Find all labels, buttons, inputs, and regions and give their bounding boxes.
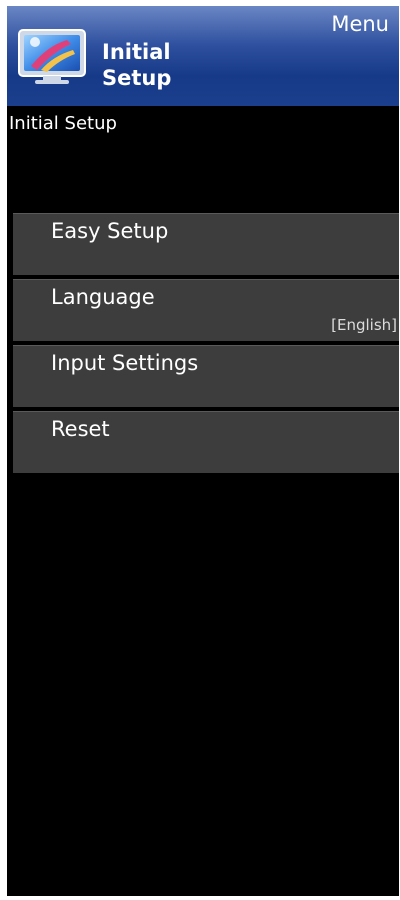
menu-item-label: Reset bbox=[51, 417, 110, 441]
header-title-line2: Setup bbox=[102, 66, 172, 90]
breadcrumb: Initial Setup bbox=[9, 113, 117, 134]
header-title-line1: Initial bbox=[102, 40, 171, 64]
menu-item-label: Input Settings bbox=[51, 351, 199, 375]
menu-list: Easy Setup Language [English] Input Sett… bbox=[13, 213, 399, 477]
menu-item-input-settings[interactable]: Input Settings bbox=[13, 345, 399, 407]
menu-item-language[interactable]: Language [English] bbox=[13, 279, 399, 341]
menu-label: Menu bbox=[331, 12, 389, 36]
menu-item-label: Language bbox=[51, 285, 155, 309]
menu-item-label: Easy Setup bbox=[51, 219, 169, 243]
menu-header: Initial Setup Menu bbox=[7, 6, 399, 106]
menu-item-easy-setup[interactable]: Easy Setup bbox=[13, 213, 399, 275]
language-value: [English] bbox=[331, 316, 397, 334]
tv-menu-screen: Initial Setup Menu Initial Setup Easy Se… bbox=[7, 6, 399, 896]
tv-setup-icon bbox=[18, 29, 86, 84]
menu-item-reset[interactable]: Reset bbox=[13, 411, 399, 473]
